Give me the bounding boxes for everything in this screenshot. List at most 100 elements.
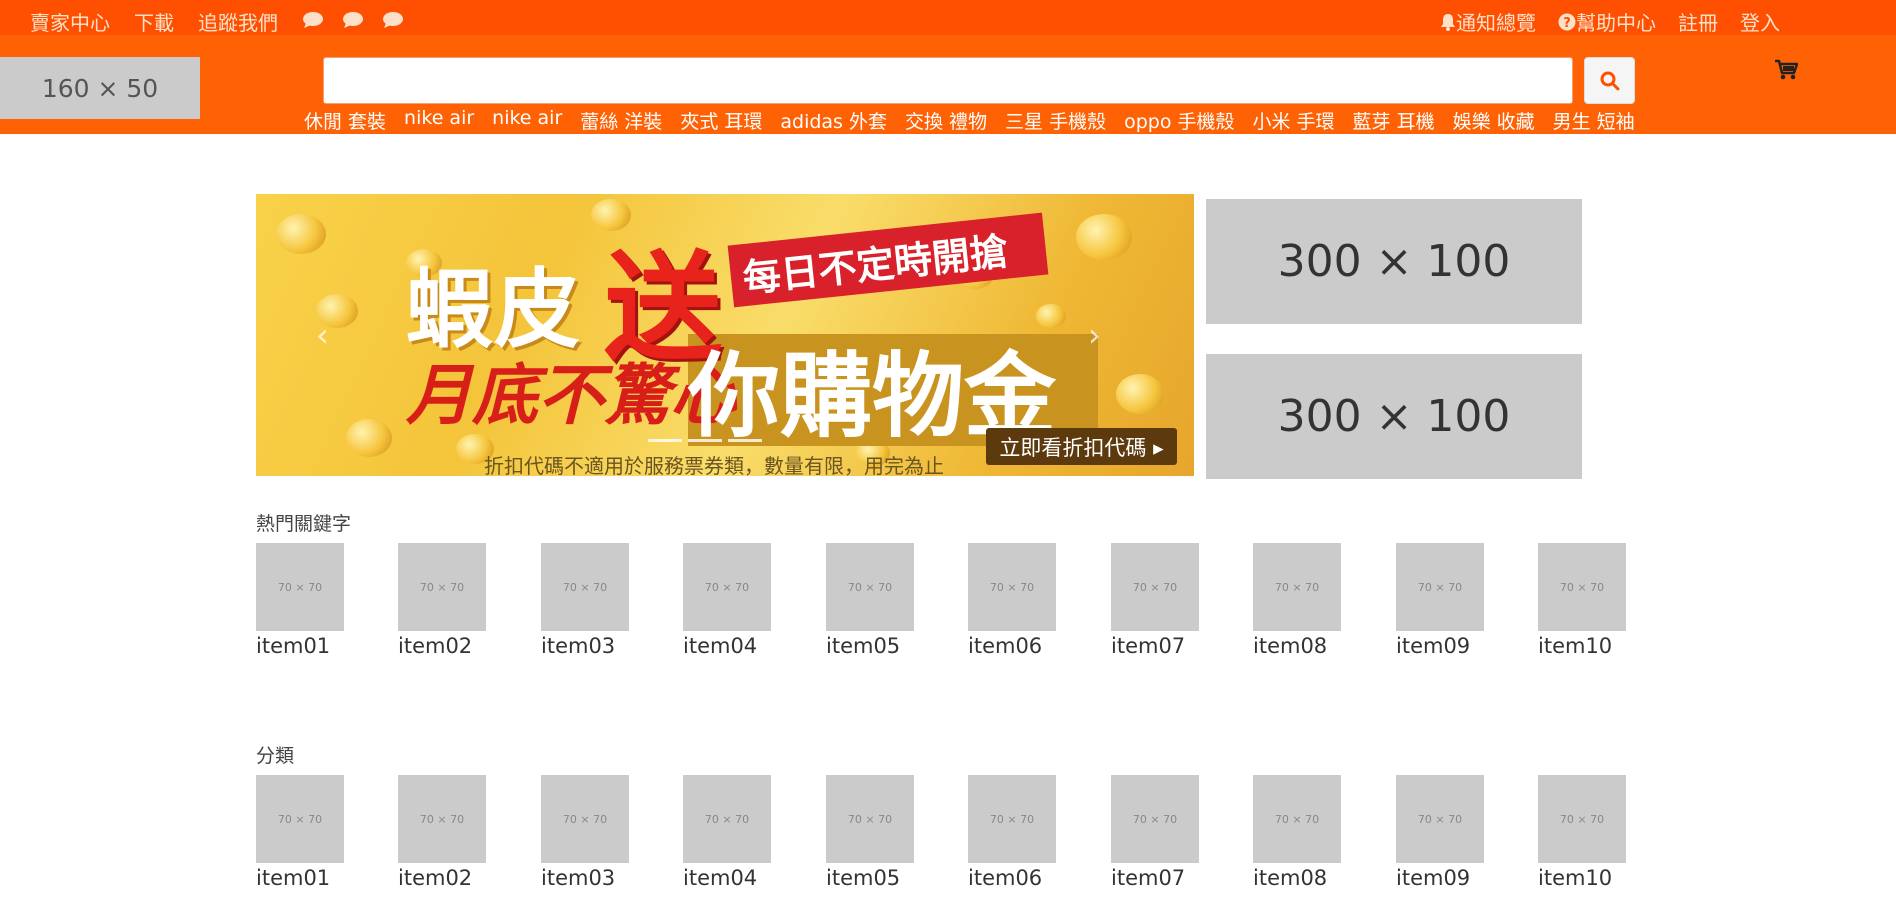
seller-center-link[interactable]: 賣家中心 bbox=[30, 7, 110, 36]
item-caption: item01 bbox=[256, 866, 331, 890]
item-thumbnail: 70 × 70 bbox=[1111, 775, 1199, 863]
grid-item[interactable]: 70 × 70 item05 bbox=[826, 543, 916, 658]
hot-keyword[interactable]: 藍芽 耳機 bbox=[1353, 107, 1435, 134]
promo-banner-carousel[interactable]: 蝦皮 送 每日不定時開搶 月底不驚心 你購物金 折扣代碼不適用於服務票券類，數量… bbox=[256, 194, 1194, 476]
item-caption: item05 bbox=[826, 866, 901, 890]
item-thumbnail: 70 × 70 bbox=[1538, 775, 1626, 863]
grid-item[interactable]: 70 × 70 item02 bbox=[398, 775, 488, 890]
item-thumbnail: 70 × 70 bbox=[1253, 543, 1341, 631]
hot-keyword[interactable]: nike air bbox=[492, 107, 562, 134]
item-thumbnail: 70 × 70 bbox=[826, 543, 914, 631]
grid-item[interactable]: 70 × 70 item02 bbox=[398, 543, 488, 658]
grid-item[interactable]: 70 × 70 item08 bbox=[1253, 775, 1343, 890]
notification-link[interactable]: 通知總覽 bbox=[1440, 7, 1536, 36]
carousel-next-icon[interactable]: › bbox=[1088, 316, 1101, 354]
carousel-prev-icon[interactable]: ‹ bbox=[316, 316, 329, 354]
item-caption: item03 bbox=[541, 634, 616, 658]
hot-keyword[interactable]: 交換 禮物 bbox=[905, 107, 987, 134]
chat-icon[interactable] bbox=[302, 11, 324, 33]
download-link[interactable]: 下載 bbox=[134, 7, 174, 36]
grid-item[interactable]: 70 × 70 item08 bbox=[1253, 543, 1343, 658]
grid-item[interactable]: 70 × 70 item09 bbox=[1396, 775, 1486, 890]
grid-item[interactable]: 70 × 70 item10 bbox=[1538, 543, 1628, 658]
carousel-dot[interactable] bbox=[648, 439, 682, 442]
grid-item[interactable]: 70 × 70 item01 bbox=[256, 775, 346, 890]
item-caption: item04 bbox=[683, 634, 758, 658]
bell-icon bbox=[1441, 13, 1455, 31]
coin-decoration bbox=[346, 419, 392, 457]
carousel-dot[interactable] bbox=[728, 439, 762, 442]
item-caption: item09 bbox=[1396, 866, 1471, 890]
search-input[interactable] bbox=[323, 57, 1573, 104]
grid-item[interactable]: 70 × 70 item03 bbox=[541, 543, 631, 658]
item-caption: item10 bbox=[1538, 634, 1613, 658]
hot-keyword[interactable]: adidas 外套 bbox=[780, 107, 887, 134]
grid-item[interactable]: 70 × 70 item04 bbox=[683, 543, 773, 658]
item-thumbnail: 70 × 70 bbox=[1253, 775, 1341, 863]
item-thumbnail: 70 × 70 bbox=[1396, 775, 1484, 863]
item-thumbnail: 70 × 70 bbox=[256, 543, 344, 631]
grid-item[interactable]: 70 × 70 item10 bbox=[1538, 775, 1628, 890]
item-thumbnail: 70 × 70 bbox=[826, 775, 914, 863]
chat-icon[interactable] bbox=[342, 11, 364, 33]
help-center-link[interactable]: ? 幫助中心 bbox=[1558, 7, 1656, 36]
coin-decoration bbox=[1116, 374, 1164, 414]
grid-item[interactable]: 70 × 70 item03 bbox=[541, 775, 631, 890]
hot-keyword[interactable]: 小米 手環 bbox=[1253, 107, 1335, 134]
hot-keyword[interactable]: 男生 短袖 bbox=[1553, 107, 1635, 134]
notification-label: 通知總覽 bbox=[1456, 11, 1536, 35]
search-button[interactable] bbox=[1584, 57, 1635, 104]
grid-item[interactable]: 70 × 70 item06 bbox=[968, 543, 1058, 658]
grid-item[interactable]: 70 × 70 item07 bbox=[1111, 775, 1201, 890]
item-caption: item04 bbox=[683, 866, 758, 890]
item-caption: item07 bbox=[1111, 634, 1186, 658]
grid-item[interactable]: 70 × 70 item06 bbox=[968, 775, 1058, 890]
item-caption: item06 bbox=[968, 866, 1043, 890]
hot-keyword[interactable]: 娛樂 收藏 bbox=[1453, 107, 1535, 134]
cart-icon[interactable] bbox=[1774, 59, 1799, 85]
hot-keyword[interactable]: 三星 手機殼 bbox=[1005, 107, 1106, 134]
side-ad-bottom[interactable]: 300 × 100 bbox=[1206, 354, 1582, 479]
grid-item[interactable]: 70 × 70 item05 bbox=[826, 775, 916, 890]
question-circle-icon: ? bbox=[1558, 13, 1576, 31]
banner-disclaimer: 折扣代碼不適用於服務票券類，數量有限，用完為止 bbox=[484, 454, 944, 476]
section-title-categories: 分類 bbox=[256, 745, 295, 767]
hot-keyword[interactable]: oppo 手機殼 bbox=[1124, 107, 1234, 134]
item-thumbnail: 70 × 70 bbox=[1111, 543, 1199, 631]
item-thumbnail: 70 × 70 bbox=[541, 775, 629, 863]
grid-item[interactable]: 70 × 70 item01 bbox=[256, 543, 346, 658]
hot-keyword[interactable]: 蕾絲 洋裝 bbox=[580, 107, 662, 134]
hot-keyword-grid: 70 × 70 item01 70 × 70 item02 70 × 70 item0… bbox=[256, 543, 1656, 673]
chat-icon[interactable] bbox=[382, 11, 404, 33]
top-navbar: 賣家中心 下載 追蹤我們 通知總覽 ? 幫助中心 註冊 登入 bbox=[0, 0, 1896, 35]
item-caption: item07 bbox=[1111, 866, 1186, 890]
section-title-hot-keywords: 熱門關鍵字 bbox=[256, 513, 352, 535]
main-header: 160 × 50 休閒 套裝 nike air nike air 蕾絲 洋裝 夾… bbox=[0, 35, 1896, 134]
grid-item[interactable]: 70 × 70 item09 bbox=[1396, 543, 1486, 658]
item-thumbnail: 70 × 70 bbox=[398, 543, 486, 631]
hot-keyword[interactable]: nike air bbox=[404, 107, 474, 134]
side-ad-top[interactable]: 300 × 100 bbox=[1206, 199, 1582, 324]
grid-item[interactable]: 70 × 70 item04 bbox=[683, 775, 773, 890]
register-link[interactable]: 註冊 bbox=[1678, 7, 1718, 36]
item-thumbnail: 70 × 70 bbox=[968, 775, 1056, 863]
banner-subheadline: 月底不驚心 bbox=[406, 357, 736, 434]
help-center-label: 幫助中心 bbox=[1576, 11, 1656, 35]
item-caption: item08 bbox=[1253, 634, 1328, 658]
login-link[interactable]: 登入 bbox=[1740, 7, 1780, 36]
carousel-dot[interactable] bbox=[688, 439, 722, 442]
item-thumbnail: 70 × 70 bbox=[1396, 543, 1484, 631]
item-thumbnail: 70 × 70 bbox=[256, 775, 344, 863]
view-discount-code-button[interactable]: 立即看折扣代碼 ▸ bbox=[986, 428, 1177, 465]
category-grid: 70 × 70 item01 70 × 70 item02 70 × 70 item0… bbox=[256, 775, 1656, 905]
grid-item[interactable]: 70 × 70 item07 bbox=[1111, 543, 1201, 658]
logo-placeholder[interactable]: 160 × 50 bbox=[0, 57, 200, 119]
item-caption: item01 bbox=[256, 634, 331, 658]
hot-keyword[interactable]: 夾式 耳環 bbox=[680, 107, 762, 134]
item-thumbnail: 70 × 70 bbox=[541, 543, 629, 631]
item-thumbnail: 70 × 70 bbox=[1538, 543, 1626, 631]
follow-us-link[interactable]: 追蹤我們 bbox=[198, 7, 278, 36]
hot-keyword[interactable]: 休閒 套裝 bbox=[304, 107, 386, 134]
item-caption: item09 bbox=[1396, 634, 1471, 658]
topbar-left: 賣家中心 下載 追蹤我們 bbox=[30, 7, 422, 36]
